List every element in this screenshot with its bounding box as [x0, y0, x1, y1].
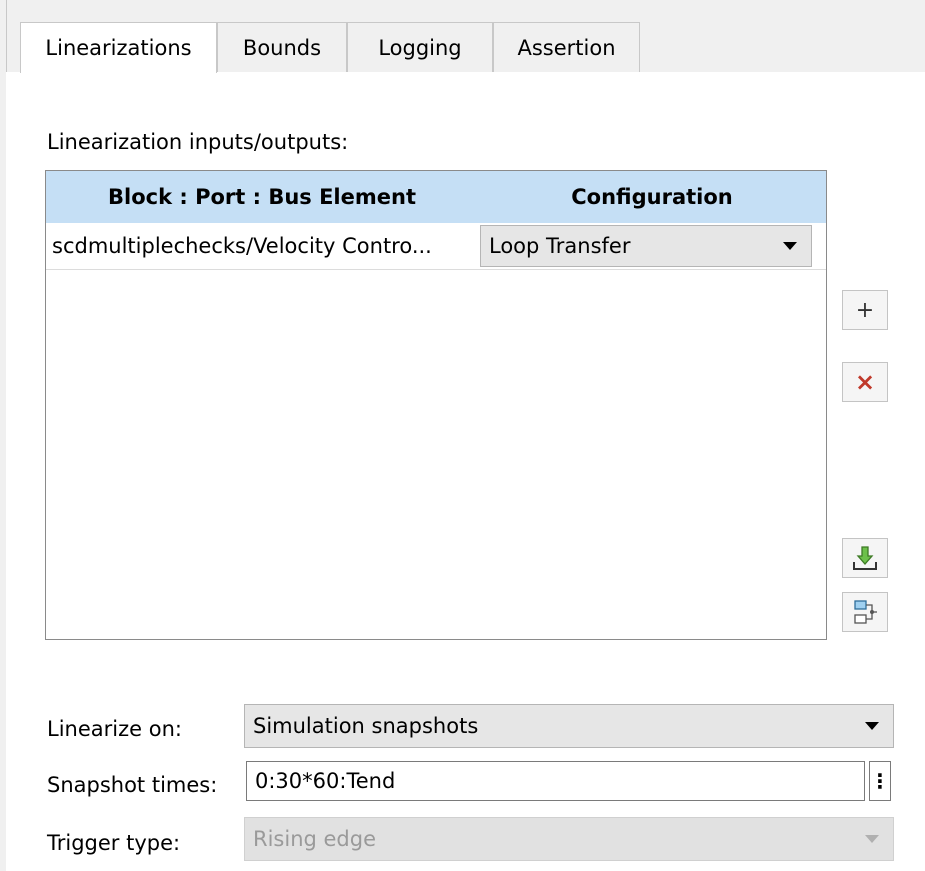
- delete-button[interactable]: ×: [842, 362, 888, 402]
- io-table[interactable]: Block : Port : Bus Element Configuration…: [45, 170, 827, 640]
- tab-assertion[interactable]: Assertion: [493, 22, 640, 72]
- tab-label: Bounds: [242, 35, 322, 60]
- linearize-on-label: Linearize on:: [47, 717, 182, 741]
- chevron-down-icon: [865, 835, 879, 843]
- plus-icon: +: [855, 297, 875, 323]
- snapshot-times-value: 0:30*60:Tend: [255, 769, 396, 793]
- tab-bar: Linearizations Bounds Logging Assertion: [6, 0, 925, 73]
- add-button[interactable]: +: [842, 290, 888, 330]
- snapshot-times-label: Snapshot times:: [47, 773, 218, 797]
- tab-logging[interactable]: Logging: [347, 22, 493, 72]
- tab-bounds[interactable]: Bounds: [217, 22, 347, 72]
- trigger-type-label: Trigger type:: [47, 831, 181, 855]
- io-section-label: Linearization inputs/outputs:: [47, 130, 349, 154]
- tab-label: Linearizations: [45, 36, 192, 60]
- table-header: Block : Port : Bus Element Configuration: [46, 171, 826, 223]
- table-row[interactable]: scdmultiplechecks/Velocity Contro... Loo…: [46, 223, 826, 270]
- trigger-type-dropdown[interactable]: Rising edge: [244, 817, 894, 861]
- trigger-type-value: Rising edge: [253, 827, 377, 851]
- snapshot-times-input[interactable]: 0:30*60:Tend: [246, 761, 865, 801]
- configuration-value: Loop Transfer: [489, 234, 631, 258]
- tab-label: Assertion: [517, 35, 616, 60]
- chevron-down-icon: [783, 242, 797, 250]
- linearize-on-value: Simulation snapshots: [253, 714, 479, 738]
- model-diagram-icon: [854, 600, 877, 624]
- import-button[interactable]: [842, 538, 888, 578]
- tab-label: Logging: [378, 35, 462, 60]
- block-port-cell[interactable]: scdmultiplechecks/Velocity Contro...: [46, 223, 478, 269]
- tab-linearizations[interactable]: Linearizations: [20, 22, 217, 73]
- chevron-down-icon: [865, 722, 879, 730]
- highlight-in-model-button[interactable]: [842, 592, 888, 632]
- close-icon: ×: [854, 368, 876, 396]
- more-options-icon: ⋮: [870, 769, 890, 793]
- configuration-dropdown[interactable]: Loop Transfer: [480, 225, 812, 267]
- snapshot-times-more-button[interactable]: ⋮: [869, 761, 891, 801]
- import-icon: [853, 546, 877, 570]
- linearize-on-dropdown[interactable]: Simulation snapshots: [244, 704, 894, 748]
- column-header-configuration[interactable]: Configuration: [478, 171, 826, 223]
- column-header-block[interactable]: Block : Port : Bus Element: [46, 171, 478, 223]
